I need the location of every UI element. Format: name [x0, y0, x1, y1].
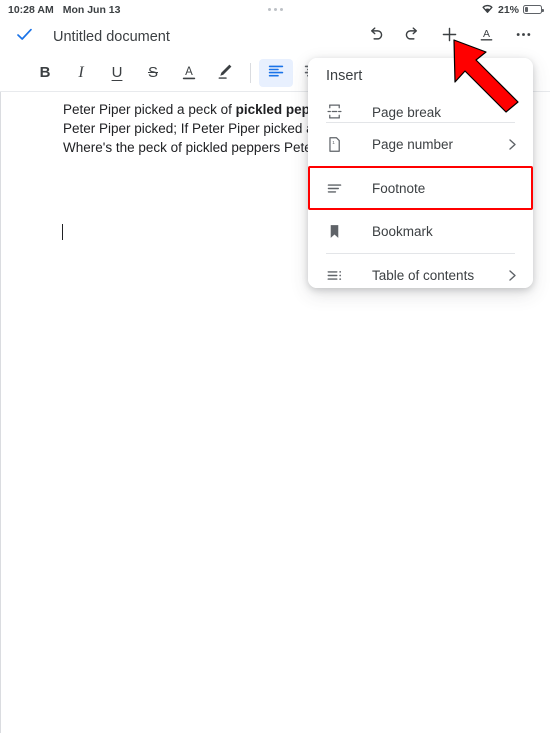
- table-of-contents-icon: [326, 267, 350, 284]
- svg-text:A: A: [483, 28, 490, 39]
- insert-menu-list: Page break 1 Page number Footnote Bookma…: [308, 94, 533, 288]
- battery-icon: [523, 4, 544, 15]
- wifi-icon: [481, 3, 494, 16]
- done-checkmark-button[interactable]: [8, 21, 40, 53]
- text-color-button[interactable]: A: [172, 59, 206, 87]
- battery-percent-label: 21%: [497, 3, 519, 16]
- text-format-a-icon: A: [477, 25, 496, 49]
- menu-item-page-number[interactable]: 1 Page number: [308, 123, 533, 166]
- menu-item-label: Bookmark: [372, 224, 433, 239]
- underline-button[interactable]: U: [100, 59, 134, 87]
- highlighter-pen-icon: [215, 61, 235, 85]
- svg-text:A: A: [185, 66, 193, 78]
- menu-item-label: Page number: [372, 137, 454, 152]
- bookmark-icon: [326, 223, 350, 240]
- status-bar-left: 10:28 AM Mon Jun 13: [8, 4, 120, 16]
- text-format-button[interactable]: A: [469, 21, 503, 53]
- italic-button[interactable]: I: [64, 59, 98, 87]
- svg-text:1: 1: [332, 140, 335, 146]
- app-header: Untitled document A: [0, 19, 550, 54]
- insert-add-button[interactable]: [432, 21, 466, 53]
- text-cursor-caret: [62, 224, 64, 240]
- align-left-icon: [266, 61, 286, 85]
- insert-dropdown-menu: Insert Page break 1 Page number Footnote…: [308, 58, 533, 288]
- bold-button[interactable]: B: [28, 59, 62, 87]
- strikethrough-button[interactable]: S: [136, 59, 170, 87]
- header-actions: A: [358, 21, 540, 53]
- menu-item-label: Page break: [372, 105, 442, 120]
- menu-item-footnote[interactable]: Footnote: [308, 166, 533, 210]
- status-date: Mon Jun 13: [62, 3, 121, 16]
- menu-item-label: Footnote: [372, 180, 426, 196]
- more-options-icon: [514, 25, 533, 49]
- undo-button[interactable]: [358, 21, 392, 53]
- highlight-button[interactable]: [208, 59, 242, 87]
- page-number-icon: 1: [326, 136, 350, 153]
- line-text-pre: Peter Piper picked a peck of: [63, 102, 236, 117]
- line-text-pre: Peter Piper picked; If Peter Piper picke…: [63, 121, 318, 136]
- undo-icon: [366, 25, 385, 49]
- plus-icon: [440, 25, 459, 49]
- checkmark-icon: [15, 25, 34, 49]
- redo-icon: [403, 25, 422, 49]
- redo-button[interactable]: [395, 21, 429, 53]
- document-title[interactable]: Untitled document: [53, 29, 170, 45]
- drag-handle-dots-icon[interactable]: [267, 8, 283, 11]
- status-bar: 10:28 AM Mon Jun 13 21%: [0, 0, 550, 19]
- chevron-right-icon: [506, 137, 519, 152]
- menu-item-page-break[interactable]: Page break: [308, 94, 533, 122]
- menu-item-label: Table of contents: [372, 268, 475, 283]
- menu-item-bookmark[interactable]: Bookmark: [308, 210, 533, 253]
- page-break-icon: [326, 103, 350, 120]
- footnote-icon: [326, 180, 350, 197]
- insert-menu-title: Insert: [308, 58, 533, 94]
- align-left-button[interactable]: [259, 58, 293, 87]
- status-bar-right: 21%: [481, 3, 544, 16]
- toolbar-divider: [250, 62, 251, 83]
- line-text-bold: pickled pepp: [235, 102, 319, 117]
- chevron-right-icon: [506, 268, 519, 283]
- menu-item-table-of-contents[interactable]: Table of contents: [308, 254, 533, 288]
- more-options-button[interactable]: [506, 21, 540, 53]
- status-time: 10:28 AM: [8, 3, 54, 16]
- line-text-pre: Where's the peck of pickled peppers Pete…: [63, 140, 317, 155]
